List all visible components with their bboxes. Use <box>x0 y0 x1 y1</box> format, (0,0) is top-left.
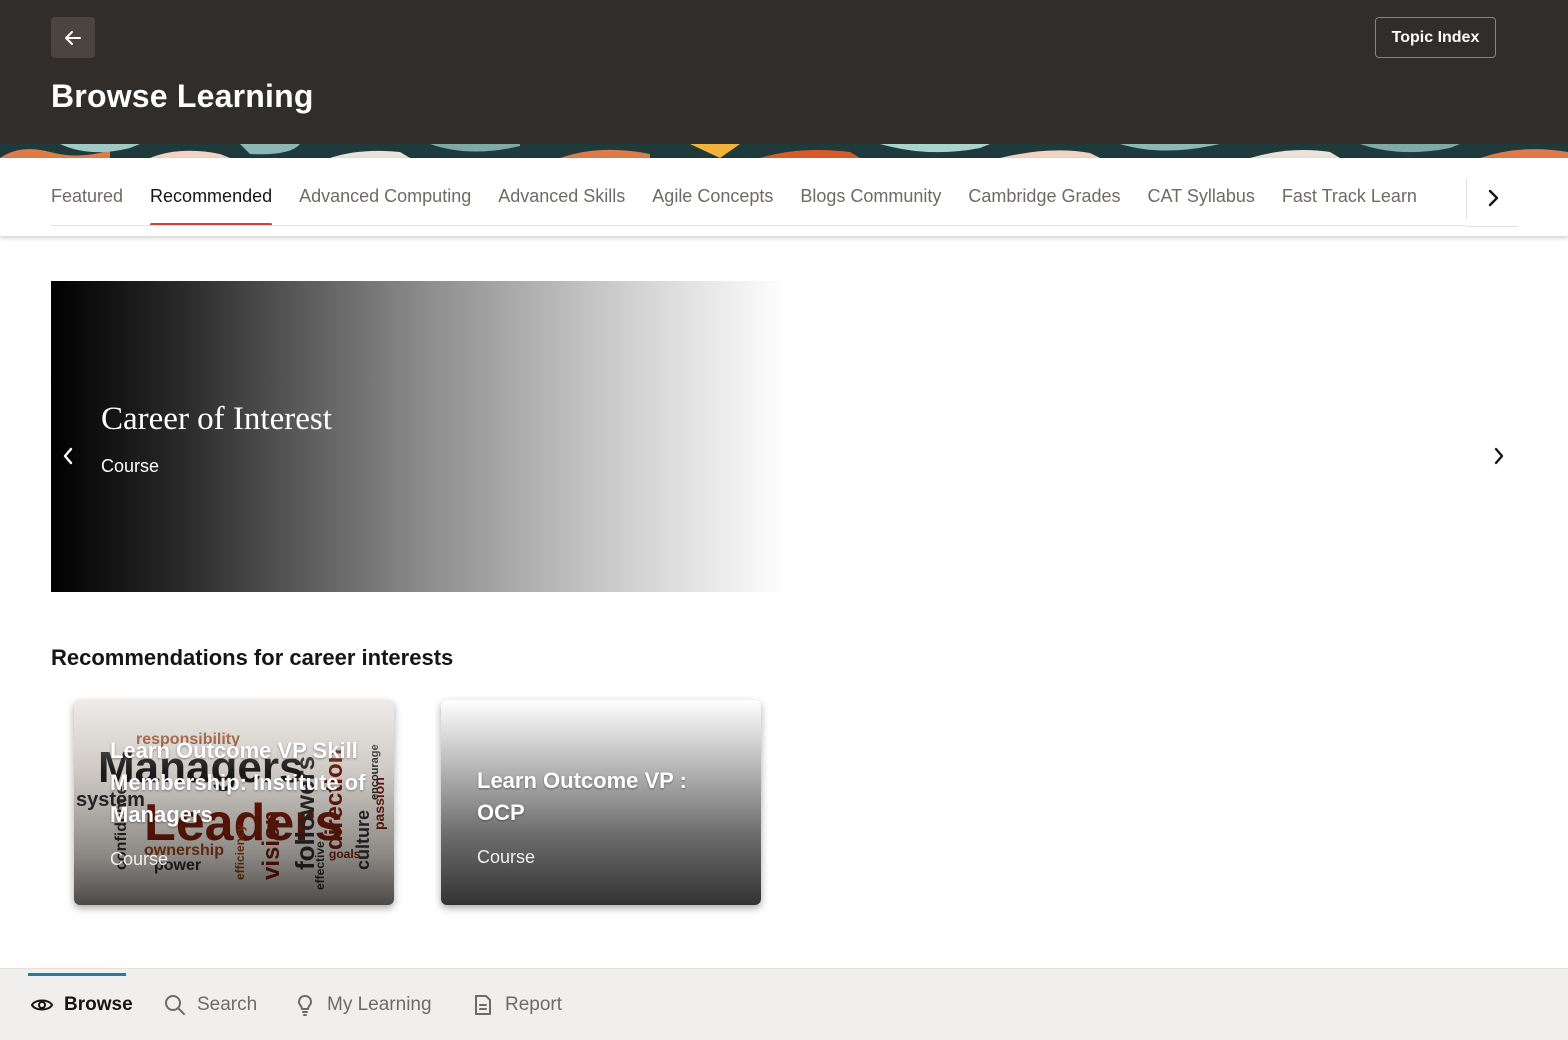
course-card-title[interactable]: Learn Outcome VP Skill Membership: Insti… <box>110 735 370 831</box>
nav-my-learning-label: My Learning <box>327 994 432 1015</box>
arrow-left-icon <box>65 30 81 45</box>
page-title: Browse Learning <box>51 78 314 114</box>
tab-agile-concepts[interactable]: Agile Concepts <box>652 158 773 225</box>
topic-index-button[interactable]: Topic Index <box>1375 17 1496 58</box>
search-icon <box>165 995 185 1015</box>
nav-report[interactable]: Report <box>471 969 562 1040</box>
back-button[interactable] <box>51 17 95 58</box>
eye-icon <box>30 999 54 1011</box>
topic-tabs-bar: Featured Recommended Advanced Computing … <box>0 158 1568 236</box>
tab-blogs-community[interactable]: Blogs Community <box>800 158 941 225</box>
tab-advanced-skills[interactable]: Advanced Skills <box>498 158 625 225</box>
course-card[interactable]: Learn Outcome VP : OCP Course <box>441 700 761 905</box>
featured-carousel: Career of Interest Course <box>51 281 1517 592</box>
carousel-prev-button[interactable] <box>56 441 80 471</box>
page-header: Browse Learning Topic Index <box>0 0 1568 144</box>
nav-my-learning[interactable]: My Learning <box>293 969 432 1040</box>
course-card-type: Course <box>110 849 169 869</box>
course-card-title[interactable]: Learn Outcome VP : OCP <box>477 765 737 829</box>
carousel-slide-type: Course <box>101 456 160 476</box>
nav-browse[interactable]: Browse <box>30 969 133 1040</box>
report-icon <box>475 995 491 1015</box>
carousel-slide-title[interactable]: Career of Interest <box>101 401 332 438</box>
lightbulb-icon <box>298 995 312 1016</box>
nav-search[interactable]: Search <box>163 969 257 1040</box>
course-card[interactable]: responsibility Managers Leaders system o… <box>74 700 394 905</box>
nav-search-label: Search <box>197 994 258 1015</box>
tab-cat-syllabus[interactable]: CAT Syllabus <box>1148 158 1255 225</box>
nav-report-label: Report <box>505 994 563 1015</box>
tabs-divider <box>1466 226 1518 227</box>
tab-cambridge-grades[interactable]: Cambridge Grades <box>968 158 1120 225</box>
tabs-scroll-right-button[interactable] <box>1466 178 1518 218</box>
header-decorative-band <box>0 144 1568 158</box>
tab-recommended[interactable]: Recommended <box>150 158 273 225</box>
tab-advanced-computing[interactable]: Advanced Computing <box>299 158 471 225</box>
carousel-next-button[interactable] <box>1487 441 1511 471</box>
chevron-left-icon <box>63 447 73 465</box>
chevron-right-icon <box>1494 447 1504 465</box>
tab-fast-track-learn[interactable]: Fast Track Learn <box>1282 158 1417 225</box>
topic-tabs: Featured Recommended Advanced Computing … <box>51 158 1465 226</box>
tab-featured[interactable]: Featured <box>51 158 123 225</box>
nav-browse-label: Browse <box>64 994 133 1015</box>
bottom-navigation: Browse Search My Learning Report <box>0 968 1568 1040</box>
chevron-right-icon <box>1488 189 1498 207</box>
course-card-type: Course <box>477 847 536 867</box>
recommendations-heading: Recommendations for career interests <box>51 645 454 670</box>
